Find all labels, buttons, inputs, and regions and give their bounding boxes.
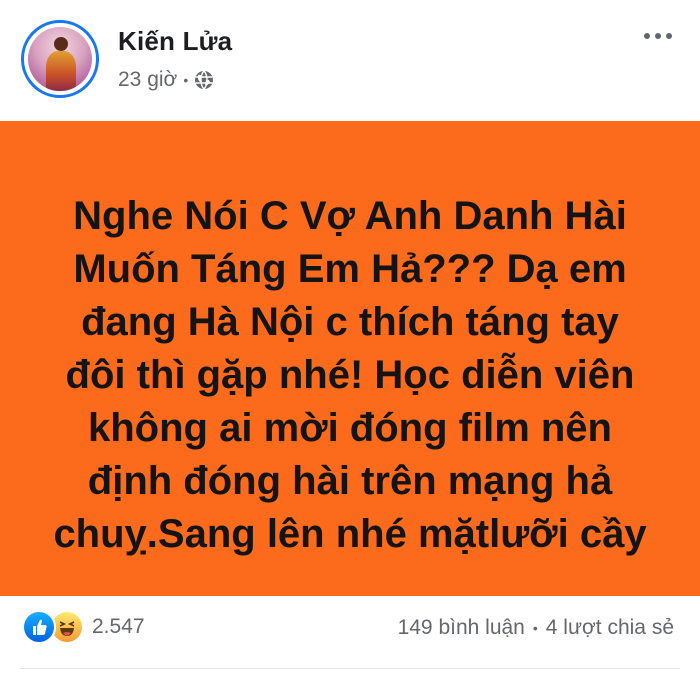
- post-time[interactable]: 23 giờ: [118, 68, 177, 92]
- facebook-post: Kiến Lửa 23 giờ • Nghe Nói C Vợ Anh Danh…: [0, 0, 700, 695]
- footer-divider: [20, 668, 680, 669]
- stats-separator: •: [532, 620, 538, 636]
- post-content-text: Nghe Nói C Vợ Anh Danh Hài Muốn Táng Em …: [53, 194, 647, 556]
- more-dot: [666, 33, 672, 39]
- avatar-dress: [46, 51, 76, 91]
- meta-separator: •: [183, 72, 189, 88]
- avatar-image: [28, 27, 92, 91]
- post-footer: 2.547 149 bình luận • 4 lượt chia sẻ: [0, 596, 700, 695]
- more-options-button[interactable]: [638, 26, 678, 46]
- like-icon: [22, 610, 56, 644]
- post-meta: 23 giờ •: [118, 68, 214, 92]
- comments-count[interactable]: 149 bình luận: [398, 616, 525, 640]
- reaction-count: 2.547: [92, 615, 145, 638]
- post-stats: 149 bình luận • 4 lượt chia sẻ: [398, 616, 674, 640]
- shares-count[interactable]: 4 lượt chia sẻ: [546, 616, 674, 640]
- author-avatar[interactable]: [21, 20, 99, 98]
- author-name[interactable]: Kiến Lửa: [118, 26, 232, 57]
- reactions-summary[interactable]: 2.547: [22, 610, 145, 644]
- more-dot: [644, 33, 650, 39]
- avatar-head: [54, 37, 68, 51]
- globe-icon: [195, 70, 214, 90]
- more-dot: [655, 33, 661, 39]
- post-header: Kiến Lửa 23 giờ •: [0, 0, 700, 118]
